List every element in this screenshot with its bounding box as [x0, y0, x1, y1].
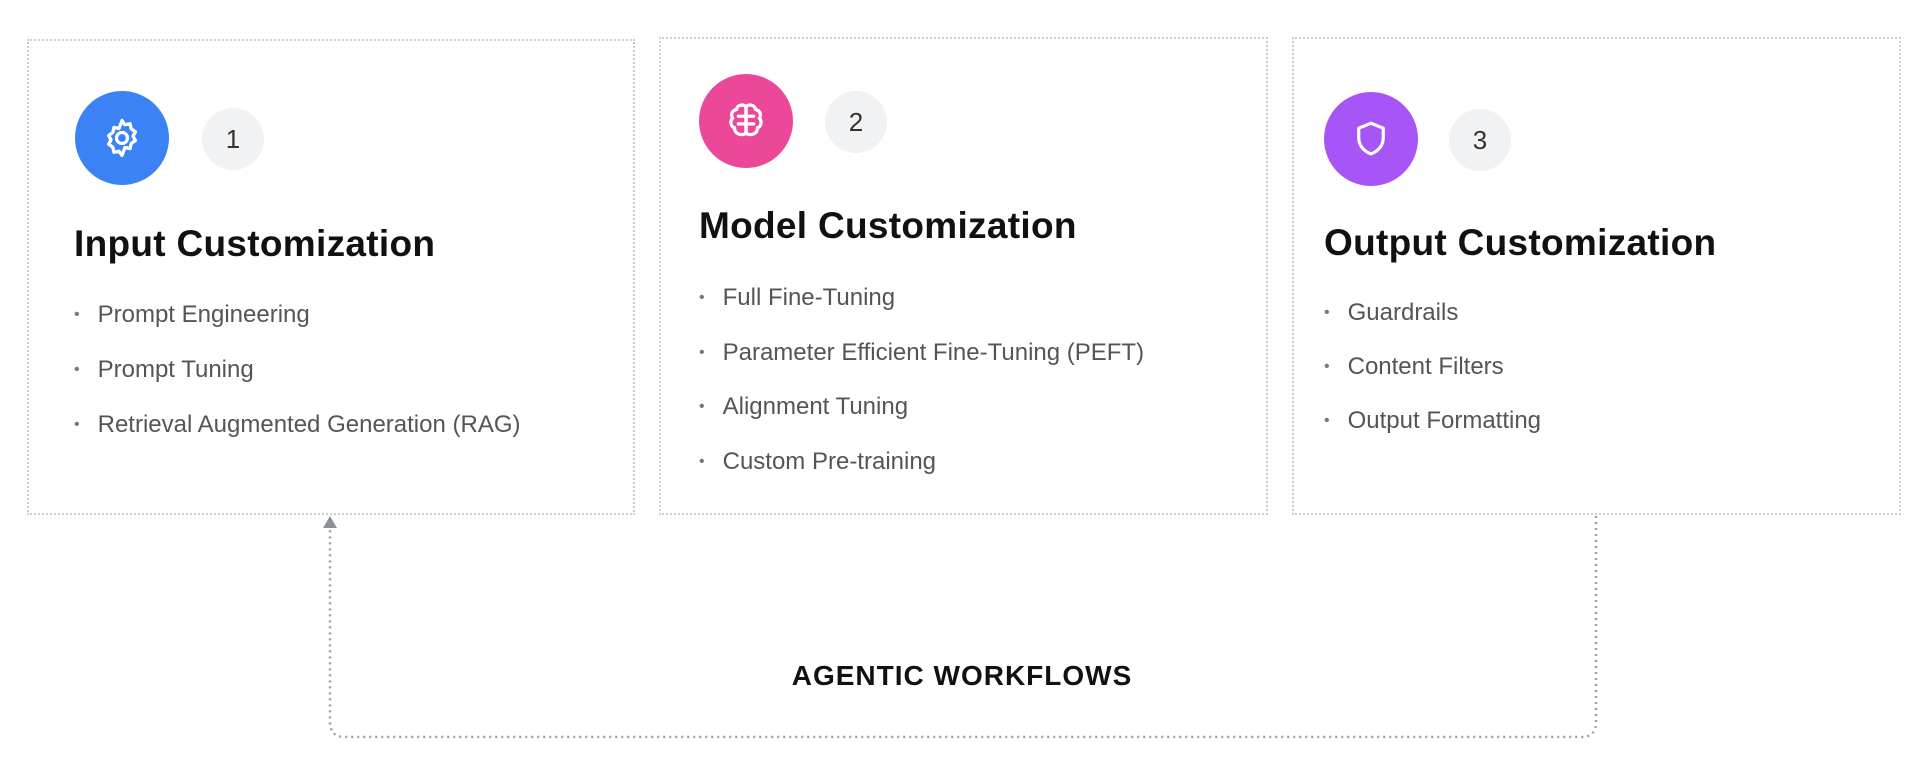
list-item: Prompt Tuning [74, 356, 254, 384]
step-number-badge: 3 [1449, 109, 1511, 171]
list-item: Custom Pre-training [699, 448, 936, 476]
card-input-customization: 1 Input Customization Prompt Engineering… [27, 39, 635, 515]
list-item: Content Filters [1324, 353, 1504, 381]
step-number-badge: 1 [202, 108, 264, 170]
list-item: Alignment Tuning [699, 393, 908, 421]
list-item: Retrieval Augmented Generation (RAG) [74, 411, 521, 439]
shield-icon [1324, 92, 1418, 186]
list-item: Prompt Engineering [74, 301, 310, 329]
card-title: Input Customization [74, 223, 436, 264]
list-item: Parameter Efficient Fine-Tuning (PEFT) [699, 339, 1144, 367]
card-output-customization: 3 Output Customization Guardrails Conten… [1292, 37, 1901, 515]
card-title: Output Customization [1324, 222, 1717, 263]
brain-icon [699, 74, 793, 168]
gear-icon [75, 91, 169, 185]
list-item: Full Fine-Tuning [699, 284, 896, 312]
list-item: Output Formatting [1324, 407, 1541, 435]
agentic-workflows-label: AGENTIC WORKFLOWS [791, 660, 1133, 691]
card-model-customization: 2 Model Customization Full Fine-Tuning P… [659, 37, 1268, 515]
step-number-badge: 2 [825, 91, 887, 153]
card-title: Model Customization [699, 205, 1077, 246]
list-item: Guardrails [1324, 299, 1459, 327]
